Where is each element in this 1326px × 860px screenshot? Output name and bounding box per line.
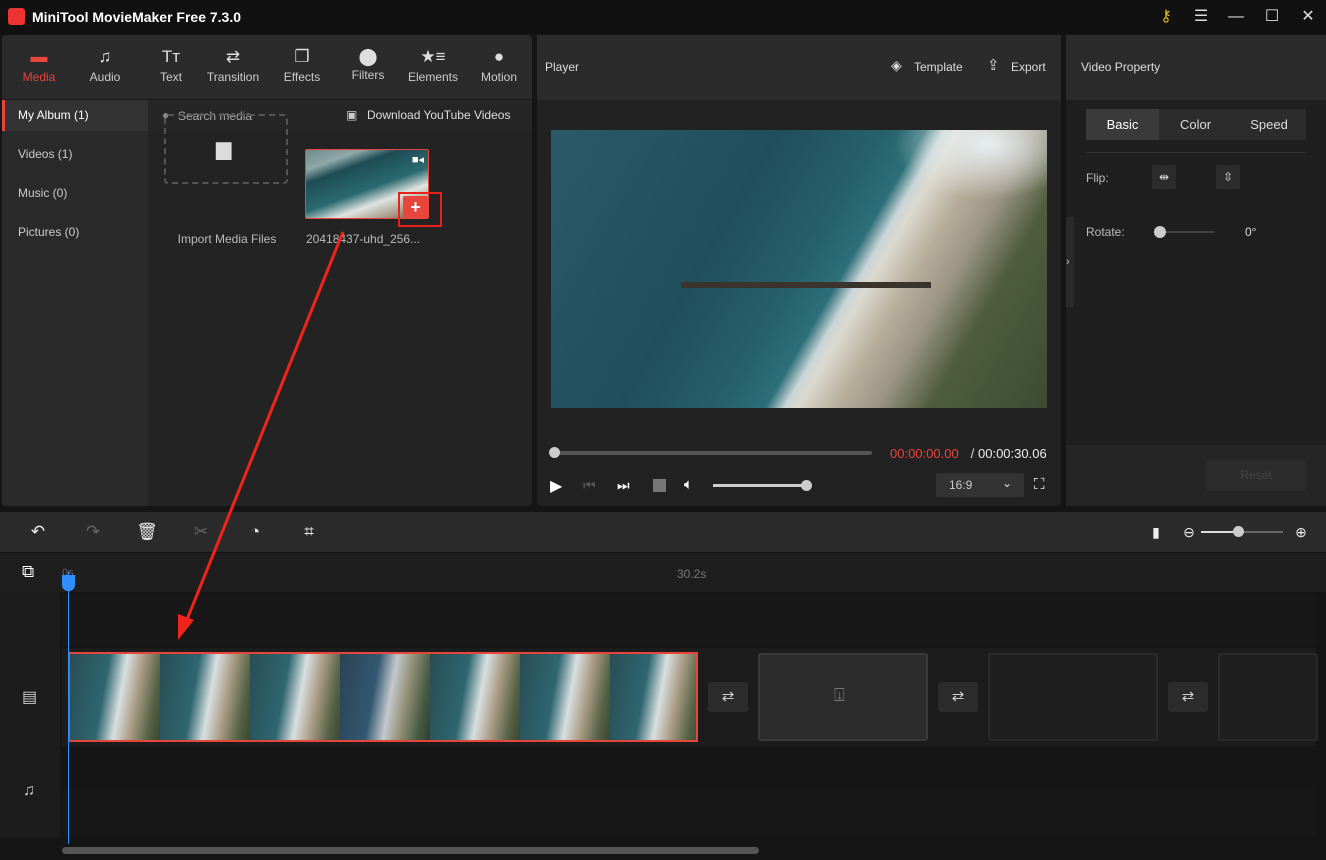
- arrow-line: [184, 231, 345, 623]
- annotation-arrow: [178, 231, 345, 640]
- arrow-head: [178, 614, 194, 640]
